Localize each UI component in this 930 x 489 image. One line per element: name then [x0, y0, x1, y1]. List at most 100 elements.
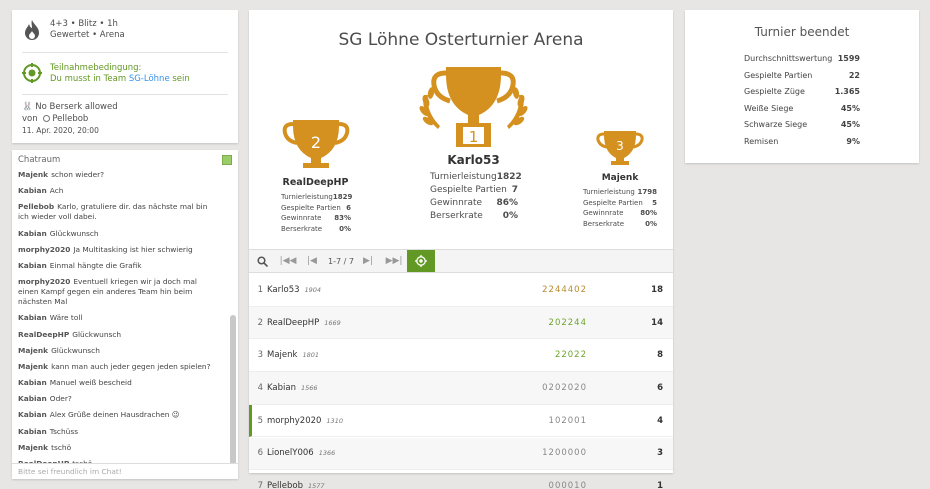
chat-text: tschö: [51, 442, 72, 452]
summary-value: 45%: [840, 120, 860, 130]
standings-row[interactable]: 3 Majenk 1801 22022 8: [249, 339, 673, 373]
podium-stat-label: Gespielte Partien: [430, 185, 507, 195]
chat-username[interactable]: Kabian: [18, 410, 47, 419]
rabbit-icon: 🐰: [22, 102, 33, 112]
chat-username[interactable]: Majenk: [18, 346, 48, 355]
chat-panel: Chatraum Majenk schon wieder? Kabian Ach Pel…: [12, 150, 238, 479]
chat-username[interactable]: Kabian: [18, 427, 47, 436]
offline-status-icon: [43, 115, 51, 122]
last-page-icon[interactable]: ▶▶|: [385, 250, 403, 272]
summary-value: 45%: [840, 103, 860, 113]
summary-row: Weiße Siege 45%: [744, 104, 860, 113]
podium-third-stats: Turnierleistung 1798 Gespielte Partien 5 Gew…: [583, 187, 657, 229]
podium-third: 3 Majenk Turnierleistung 1798 Gespielte Pa…: [580, 130, 660, 229]
podium-stat-row: Gespielte Partien 7: [430, 184, 518, 197]
standings-total-score: 3: [657, 448, 663, 459]
standings-player-name[interactable]: RealDeepHP: [267, 318, 319, 328]
standings-score-sheet: 22022: [554, 350, 587, 361]
standings-rank: 6: [257, 448, 263, 459]
chat-username[interactable]: Kabian: [18, 394, 47, 403]
chat-input[interactable]: Bitte sei freundlich im Chat!: [12, 463, 238, 479]
chat-message: Kabian Oder?: [18, 394, 218, 404]
chat-username[interactable]: Kabian: [18, 378, 47, 387]
standings-row[interactable]: 2 RealDeepHP 1669 202244 14: [249, 306, 673, 340]
first-page-icon[interactable]: |◀◀: [279, 250, 297, 272]
team-link[interactable]: SG-Löhne: [129, 74, 170, 84]
chat-username[interactable]: Majenk: [18, 170, 48, 179]
prev-page-icon[interactable]: |◀: [305, 250, 319, 272]
summary-row: Gespielte Züge 1.365: [744, 87, 860, 96]
standings-rating: 1310: [326, 416, 343, 425]
standings-rating: 1566: [301, 383, 318, 392]
standings-player-name[interactable]: Karlo53: [267, 285, 300, 295]
standings-player-name[interactable]: Majenk: [267, 350, 297, 360]
chat-message: Majenk Glückwunsch: [18, 346, 218, 356]
arena-title: SG Löhne Osterturnier Arena: [338, 30, 584, 50]
standings-row[interactable]: 5 morphy2020 1310 102001 4: [249, 404, 673, 438]
next-page-icon[interactable]: ▶|: [361, 250, 375, 272]
chat-message: Kabian Tschüss: [18, 427, 218, 437]
chat-username[interactable]: morphy2020: [18, 277, 70, 286]
chat-username[interactable]: Kabian: [18, 313, 47, 322]
standings-row[interactable]: 7 Pellebob 1577 000010 1: [249, 470, 673, 489]
podium-stat-row: Turnierleistung 1798: [583, 187, 657, 198]
chat-scrollbar[interactable]: [230, 315, 236, 465]
podium-first-number: 1: [469, 128, 479, 146]
podium-third-name[interactable]: Majenk: [580, 173, 660, 183]
chat-username[interactable]: RealDeepHP: [18, 330, 69, 339]
chat-text: Manuel weiß bescheid: [49, 378, 132, 388]
podium-stat-label: Gespielte Partien: [583, 198, 643, 207]
standings-player-name[interactable]: LionelY006: [267, 448, 314, 458]
standings-player-name[interactable]: morphy2020: [267, 416, 321, 426]
chat-username[interactable]: Kabian: [18, 229, 47, 238]
chat-username[interactable]: Majenk: [18, 362, 48, 371]
summary-row: Schwarze Siege 45%: [744, 120, 860, 129]
standings-score-sheet: 2244402: [542, 284, 587, 295]
chat-username[interactable]: Kabian: [18, 261, 47, 270]
chat-text: Glückwunsch: [51, 345, 100, 355]
standings-rank: 5: [257, 415, 263, 426]
standings-rating: 1577: [308, 482, 325, 489]
standings-player-name[interactable]: Pellebob: [267, 481, 303, 489]
podium-stat-label: Gewinnrate: [281, 214, 322, 222]
chat-text: Wäre toll: [49, 313, 83, 323]
standings-rank: 1: [257, 284, 263, 295]
chat-text: Alex Grüße deinen Hausdrachen 😉: [49, 410, 180, 420]
podium-stat-row: Gewinnrate 86%: [430, 197, 518, 210]
podium-second-name[interactable]: RealDeepHP: [273, 177, 358, 188]
chat-username[interactable]: morphy2020: [18, 245, 70, 254]
creator-link[interactable]: Pellebob: [52, 114, 88, 124]
standings-player-name[interactable]: Kabian: [267, 383, 296, 393]
search-icon[interactable]: [253, 250, 271, 272]
chat-message: Majenk kann man auch jeder gegen jeden sp…: [18, 362, 218, 372]
chat-username[interactable]: Pellebob: [18, 202, 54, 211]
standings-score-sheet: 0202020: [542, 382, 587, 393]
podium-stat-label: Turnierleistung: [281, 193, 333, 201]
standings-rating: 1904: [304, 285, 322, 294]
podium-stat-label: Gewinnrate: [430, 198, 483, 208]
chat-messages: Majenk schon wieder? Kabian Ach Pellebob Karl…: [18, 170, 218, 475]
standings-row[interactable]: 6 LionelY006 1366 1200000 3: [249, 437, 673, 471]
condition-text: Du musst in Team SG-Löhne sein: [50, 74, 190, 84]
chat-message: RealDeepHP Glückwunsch: [18, 330, 218, 340]
standings-controls: |◀◀ |◀ 1-7 / 7 ▶| ▶▶|: [249, 249, 673, 273]
chat-toggle-checkbox[interactable]: [222, 155, 232, 165]
podium-second-number: 2: [310, 133, 320, 152]
chat-message: Kabian Manuel weiß bescheid: [18, 378, 218, 388]
chat-message: Majenk schon wieder?: [18, 170, 218, 180]
standings-row[interactable]: 4 Kabian 1566 0202020 6: [249, 372, 673, 405]
chat-username[interactable]: Kabian: [18, 186, 47, 195]
start-date: 11. Apr. 2020, 20:00: [22, 126, 99, 135]
chat-text: Glückwunsch: [72, 329, 122, 339]
chat-username[interactable]: Majenk: [18, 443, 48, 452]
chat-message: morphy2020 Eventuell kriegen wir ja doch …: [18, 277, 218, 307]
my-position-button[interactable]: [407, 250, 435, 272]
condition-title: Teilnahmebedingung:: [50, 63, 142, 73]
chat-text: Oder?: [49, 394, 72, 404]
standings-row[interactable]: 1 Karlo53 1904 2244402 18: [249, 274, 673, 307]
podium-first: 1 Karlo53 Turnierleistung 1822 Gespielte P…: [416, 65, 531, 223]
summary-row: Remisen 9%: [744, 137, 860, 146]
podium-first-name[interactable]: Karlo53: [416, 153, 531, 167]
podium-stat-value: 6: [346, 203, 351, 212]
summary-row: Durchschnittswertung 1599: [744, 54, 860, 63]
